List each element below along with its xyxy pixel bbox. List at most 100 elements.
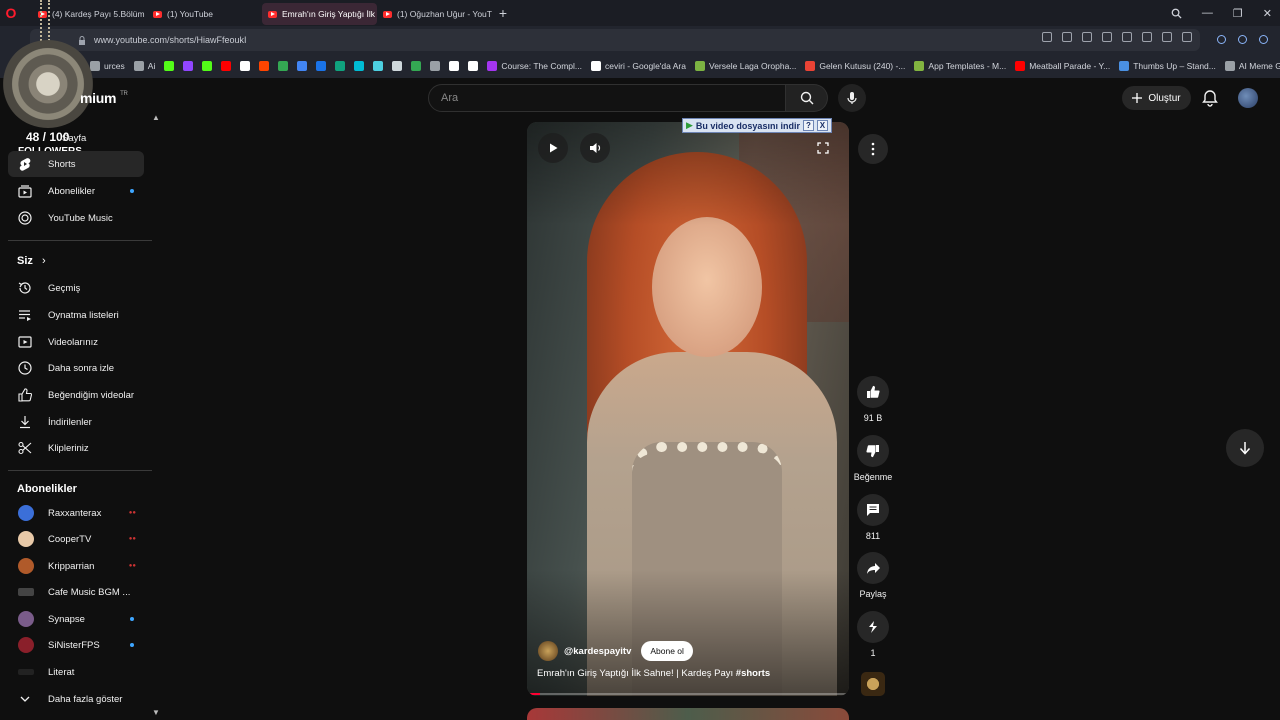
next-short-preview[interactable]	[527, 708, 849, 720]
sidebar-item-playlists[interactable]: Oynatma listeleri	[8, 302, 144, 328]
download-video-banner[interactable]: ▶ Bu video dosyasını indir ? X	[682, 118, 832, 133]
download-icon[interactable]	[1142, 32, 1152, 42]
bookmark-item[interactable]: ceviri - Google'da Ara	[591, 61, 686, 71]
more-options-button[interactable]	[858, 134, 888, 164]
volume-button[interactable]	[580, 133, 610, 163]
opera-logo-icon[interactable]: O	[0, 0, 22, 26]
browser-tab-active[interactable]: Emrah'ın Giriş Yaptığı İlk S	[262, 3, 377, 25]
bookmark-item[interactable]: Gelen Kutusu (240) -...	[805, 61, 905, 71]
maximize-button[interactable]: ❐	[1233, 7, 1243, 20]
sidebar-subscription-item[interactable]: Cafe Music BGM ...	[8, 579, 144, 605]
bookmark-item[interactable]	[449, 61, 460, 71]
bookmark-item[interactable]	[392, 61, 403, 71]
bookmark-item[interactable]: AI Meme Generator...	[1224, 61, 1280, 71]
share-button[interactable]	[857, 552, 889, 584]
sidebar-item-shorts[interactable]: Shorts	[8, 151, 144, 177]
like-button[interactable]	[857, 376, 889, 408]
dislike-button[interactable]	[857, 435, 889, 467]
sidebar-scroll-up-icon[interactable]: ▲	[152, 113, 160, 122]
sidebar-item-youtube-music[interactable]: YouTube Music	[8, 205, 144, 231]
new-tab-button[interactable]: +	[492, 5, 514, 21]
bookmark-item[interactable]	[278, 61, 289, 71]
bookmark-item[interactable]	[430, 61, 441, 71]
account-avatar[interactable]	[1238, 88, 1258, 108]
next-short-button[interactable]	[1226, 429, 1264, 467]
bookmark-item[interactable]	[373, 61, 384, 71]
sidebar-subscription-item[interactable]: Literat	[8, 659, 144, 685]
sidebar-item-subscriptions[interactable]: Abonelikler	[8, 178, 144, 204]
notifications-bell-icon[interactable]	[1201, 89, 1219, 107]
minimize-button[interactable]: —	[1202, 7, 1213, 19]
comments-button[interactable]	[857, 494, 889, 526]
bookmark-item[interactable]: Ai	[133, 61, 155, 71]
help-button[interactable]: ?	[802, 120, 814, 131]
fullscreen-button[interactable]	[808, 133, 838, 163]
search-input[interactable]: Ara	[428, 84, 786, 112]
bookmark-item[interactable]	[316, 61, 327, 71]
search-button[interactable]	[786, 84, 828, 112]
bookmark-item[interactable]	[335, 61, 346, 71]
you-section-heading[interactable]: Siz ›	[17, 255, 46, 267]
sidebar-subscription-item[interactable]: Synapse	[8, 606, 144, 632]
bookmark-item[interactable]: Course: The Compl...	[487, 61, 582, 71]
close-window-button[interactable]: ✕	[1263, 7, 1272, 20]
heart-icon[interactable]	[1122, 32, 1132, 42]
create-button[interactable]: Oluştur	[1122, 86, 1191, 110]
close-banner-button[interactable]: X	[816, 120, 828, 131]
play-icon[interactable]	[1102, 32, 1112, 42]
sidebar-item-your-videos[interactable]: Videolarınız	[8, 329, 144, 355]
sidebar-item-watch-later[interactable]: Daha sonra izle	[8, 355, 144, 381]
bookmark-item[interactable]	[259, 61, 270, 71]
menu-icon[interactable]	[1162, 32, 1172, 42]
sidebar-subscription-item[interactable]: Raxxanterax ●●	[8, 500, 144, 526]
bookmark-item[interactable]	[297, 61, 308, 71]
sidebar-show-more[interactable]: Daha fazla göster	[8, 686, 144, 712]
sidebar-subscription-item[interactable]: Kripparrian ●●	[8, 553, 144, 579]
camera-icon[interactable]	[1062, 32, 1072, 42]
voice-search-button[interactable]	[838, 84, 866, 112]
hashtag-link[interactable]: #shorts	[736, 668, 770, 679]
search-tabs-icon[interactable]	[1171, 8, 1182, 19]
bookmark-item[interactable]: urces	[90, 61, 125, 71]
bookmark-item[interactable]: App Templates - M...	[914, 61, 1006, 71]
shield-icon[interactable]	[1082, 32, 1092, 42]
shorts-video-player[interactable]	[527, 122, 849, 696]
original-sound-thumbnail[interactable]	[861, 672, 885, 696]
sidebar-item-liked-videos[interactable]: Beğendiğim videolar	[8, 382, 144, 408]
channel-avatar[interactable]	[538, 641, 558, 661]
profile-icon[interactable]	[1182, 32, 1192, 42]
vpn-icon[interactable]	[1238, 35, 1247, 44]
play-button[interactable]	[538, 133, 568, 163]
remix-button[interactable]	[857, 611, 889, 643]
edit-icon[interactable]	[1042, 32, 1052, 42]
url-text[interactable]: www.youtube.com/shorts/HiawFfeoukI	[94, 35, 247, 45]
channel-handle[interactable]: @kardespayitv	[564, 646, 631, 657]
sidebar-item-clips[interactable]: Klipleriniz	[8, 435, 144, 461]
video-progress-bar[interactable]	[527, 693, 849, 695]
sidebar-scroll-down-icon[interactable]: ▼	[152, 708, 160, 717]
sidebar-item-downloads[interactable]: İndirilenler	[8, 409, 144, 435]
sidebar-item-history[interactable]: Geçmiş	[8, 275, 144, 301]
sidebar-subscription-item[interactable]: SiNisterFPS	[8, 632, 144, 658]
bookmark-item[interactable]: Versele Laga Oropha...	[695, 61, 796, 71]
bookmark-item[interactable]	[468, 61, 479, 71]
short-title[interactable]: Emrah'ın Giriş Yaptığı İlk Sahne! | Kard…	[537, 668, 770, 679]
browser-tab[interactable]: (1) YouTube	[147, 3, 262, 25]
bookmark-item[interactable]	[354, 61, 365, 71]
bookmark-item[interactable]	[164, 61, 175, 71]
youtube-premium-logo[interactable]: mium TR	[80, 90, 128, 106]
browser-tab[interactable]: (1) Oğuzhan Uğur - YouTu	[377, 3, 492, 25]
sidebar-item-home[interactable]: Sayfa	[8, 125, 144, 151]
address-bar[interactable]: www.youtube.com/shorts/HiawFfeoukI	[30, 29, 1200, 51]
bookmark-item[interactable]	[183, 61, 194, 71]
bookmark-item[interactable]	[411, 61, 422, 71]
subscribe-button[interactable]: Abone ol	[641, 641, 693, 661]
extensions-icon[interactable]	[1259, 35, 1268, 44]
sidebar-subscription-item[interactable]: CooperTV ●●	[8, 526, 144, 552]
aria-icon[interactable]	[1217, 35, 1226, 44]
bookmark-item[interactable]	[221, 61, 232, 71]
bookmark-item[interactable]: Meatball Parade - Y...	[1015, 61, 1110, 71]
bookmark-item[interactable]: Thumbs Up – Stand...	[1119, 61, 1216, 71]
bookmark-item[interactable]	[202, 61, 213, 71]
bookmark-item[interactable]	[240, 61, 251, 71]
